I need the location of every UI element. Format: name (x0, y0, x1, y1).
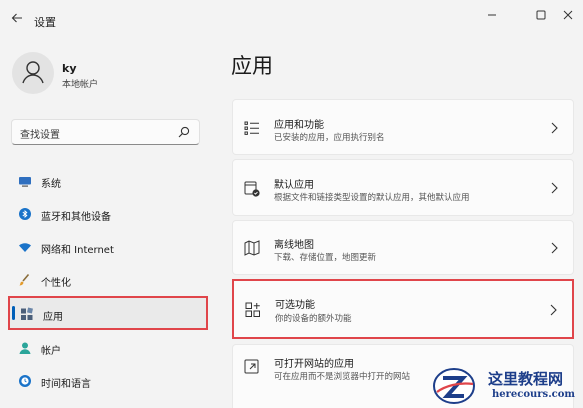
apps-icon (21, 307, 33, 320)
card-subtitle: 已安装的应用，应用执行别名 (274, 133, 385, 143)
card-subtitle: 可在应用而不是浏览器中打开的网站 (274, 372, 411, 382)
bluetooth-icon (19, 208, 31, 220)
active-indicator (12, 306, 15, 320)
app-title: 设置 (34, 16, 56, 29)
close-button[interactable] (553, 6, 583, 26)
card-optional-features[interactable]: 可选功能 你的设备的额外功能 (232, 279, 574, 339)
brush-icon (19, 273, 30, 286)
search-input[interactable]: 查找设置 (11, 119, 200, 145)
card-title: 默认应用 (274, 180, 314, 191)
watermark-title: 这里教程网 (488, 370, 564, 388)
account-type: 本地帐户 (62, 80, 99, 90)
watermark-logo-icon (433, 368, 475, 404)
close-icon (563, 10, 573, 20)
wifi-icon (19, 243, 31, 252)
chevron-right-icon (551, 182, 558, 194)
user-name: ky (62, 62, 77, 75)
sidebar-item-network[interactable]: 网络和 Internet (8, 232, 208, 262)
sidebar-item-accounts[interactable]: 帐户 (8, 333, 208, 363)
sidebar-item-label: 网络和 Internet (41, 245, 114, 256)
maximize-icon (536, 10, 546, 20)
system-icon (19, 177, 31, 187)
list-icon (244, 121, 259, 135)
back-button[interactable] (8, 12, 26, 30)
page-title: 应用 (231, 54, 273, 78)
person-icon (19, 342, 31, 354)
sidebar-item-label: 应用 (43, 312, 63, 323)
sidebar-item-personalization[interactable]: 个性化 (8, 265, 208, 295)
sidebar-item-time-language[interactable]: 时间和语言 (8, 366, 208, 396)
optional-features-icon (245, 302, 260, 317)
sidebar-item-bluetooth[interactable]: 蓝牙和其他设备 (8, 199, 208, 229)
sidebar-item-apps[interactable]: 应用 (8, 296, 208, 330)
watermark-url: herecours.com (492, 389, 576, 400)
minimize-icon (488, 14, 496, 16)
card-title: 可选功能 (275, 300, 315, 311)
card-subtitle: 下载、存储位置，地图更新 (274, 253, 377, 263)
card-apps-features[interactable]: 应用和功能 已安装的应用，应用执行别名 (232, 99, 574, 155)
globe-clock-icon (19, 375, 31, 387)
chevron-right-icon (551, 242, 558, 254)
sidebar-item-label: 个性化 (41, 278, 71, 289)
sidebar-item-label: 时间和语言 (41, 379, 91, 390)
avatar[interactable] (12, 52, 54, 94)
minimize-button[interactable] (477, 6, 507, 26)
search-icon (178, 126, 190, 138)
watermark: 这里教程网 herecours.com (432, 364, 583, 408)
card-subtitle: 根据文件和链接类型设置的默认应用，其他默认应用 (274, 193, 470, 203)
title-bar: 设置 (0, 0, 583, 40)
map-icon (244, 240, 260, 256)
sidebar-item-label: 蓝牙和其他设备 (41, 212, 111, 223)
search-placeholder: 查找设置 (20, 130, 60, 141)
card-default-apps[interactable]: 默认应用 根据文件和链接类型设置的默认应用，其他默认应用 (232, 159, 574, 216)
card-title: 离线地图 (274, 240, 314, 251)
back-arrow-icon (11, 13, 22, 23)
sidebar-item-label: 系统 (41, 179, 61, 190)
card-subtitle: 你的设备的额外功能 (275, 314, 352, 324)
card-offline-maps[interactable]: 离线地图 下载、存储位置，地图更新 (232, 220, 574, 275)
open-web-icon (244, 359, 259, 374)
chevron-right-icon (550, 304, 557, 316)
card-title: 应用和功能 (274, 120, 324, 131)
default-app-icon (244, 181, 260, 197)
person-avatar-icon (22, 61, 44, 84)
card-title: 可打开网站的应用 (274, 359, 354, 370)
chevron-right-icon (551, 122, 558, 134)
sidebar-item-system[interactable]: 系统 (8, 166, 208, 196)
maximize-button[interactable] (526, 6, 556, 26)
sidebar-item-label: 帐户 (41, 346, 61, 357)
